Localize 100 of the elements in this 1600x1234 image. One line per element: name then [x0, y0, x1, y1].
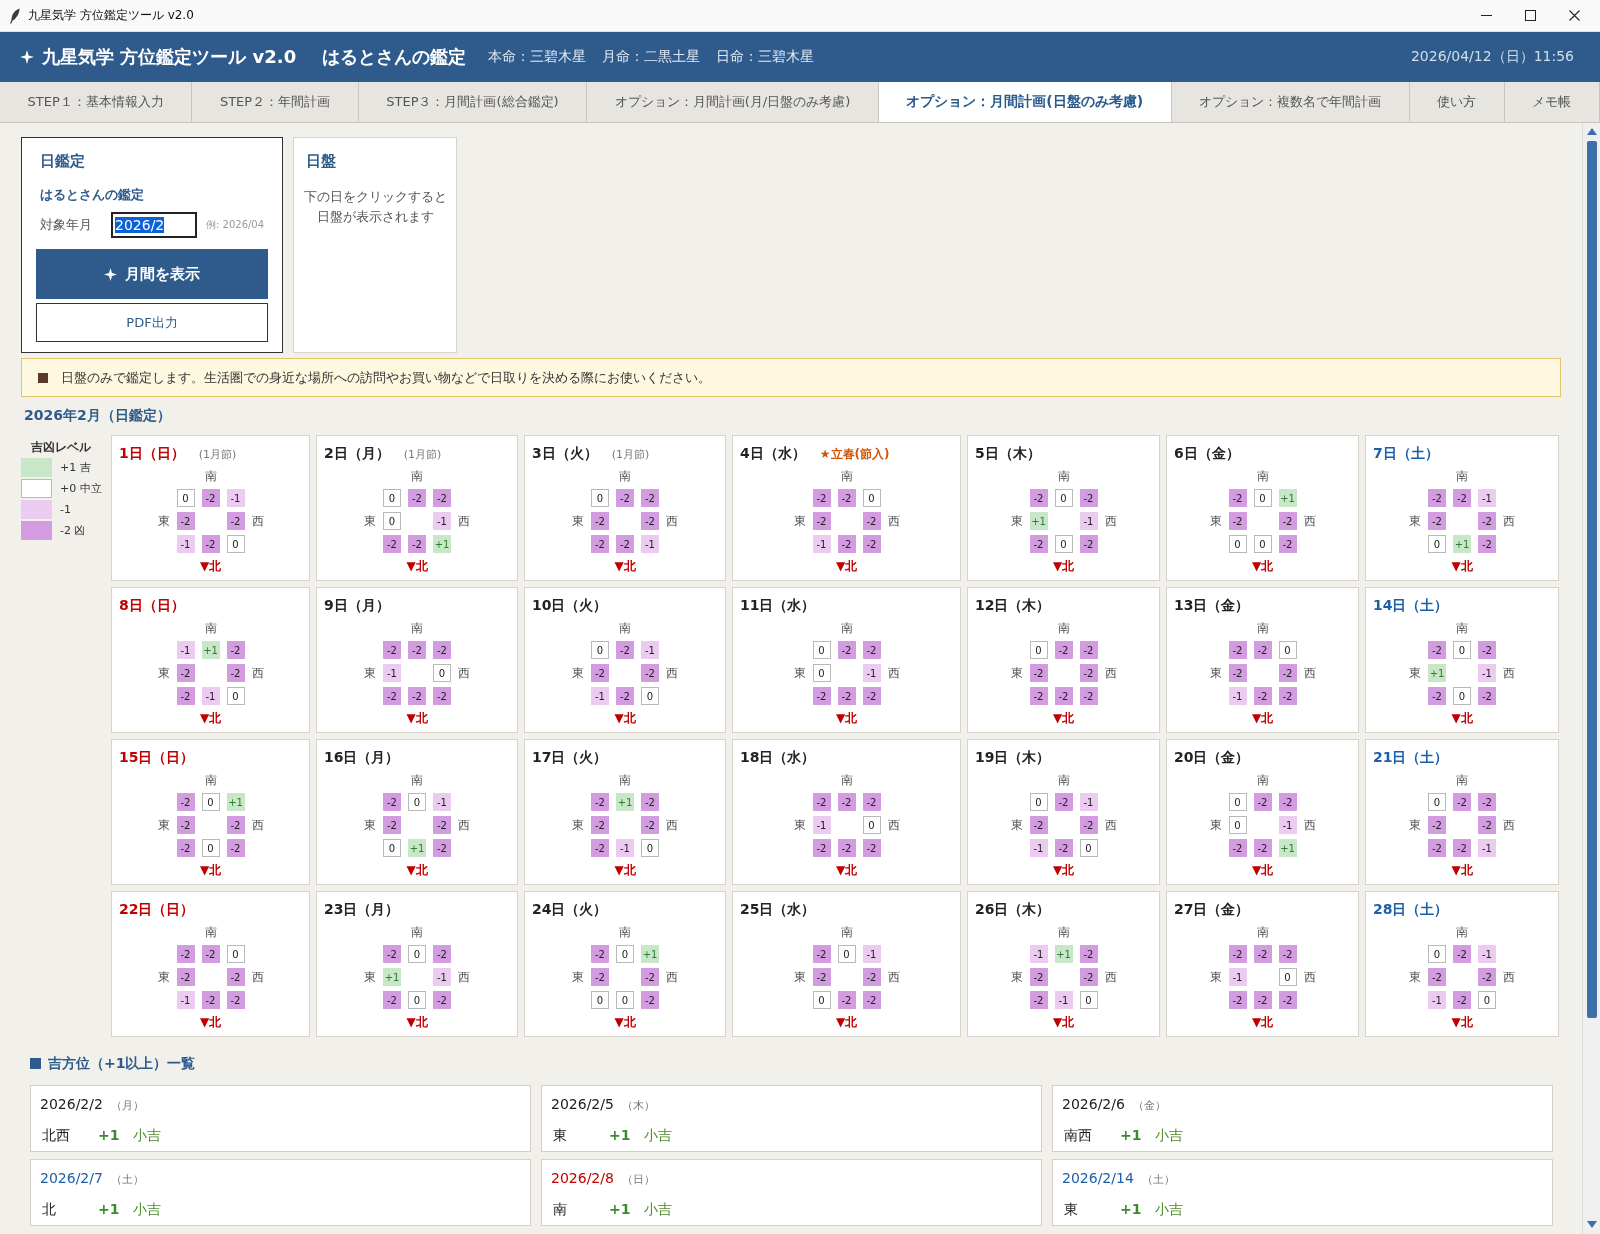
day-card[interactable]: 23日（月） 南 東 西 -2 0 -2 +1 -1 -2 0 -2 ▼北: [316, 891, 518, 1037]
pdf-button[interactable]: PDF出力: [36, 303, 268, 342]
day-card[interactable]: 27日（金） 南 東 西 -2 -2 -2 -1 0 -2 -2 -2 ▼北: [1166, 891, 1359, 1037]
day-card[interactable]: 22日（日） 南 東 西 -2 -2 0 -2 -2 -1 -2 -2 ▼北: [111, 891, 310, 1037]
day-card[interactable]: 28日（土） 南 東 西 0 -2 -1 -2 -2 -1 -2 0 ▼北: [1365, 891, 1559, 1037]
weekday-label: （月）: [110, 1098, 144, 1114]
score-tile: -2: [1478, 816, 1496, 834]
score-tile: -2: [1278, 793, 1297, 811]
show-month-button[interactable]: 月間を表示: [36, 249, 268, 299]
day-card[interactable]: 17日（火） 南 東 西 -2 +1 -2 -2 -2 -2 -1 0 ▼北: [524, 739, 726, 885]
direction-card[interactable]: 2026/2/7 （土） 北 +1 小吉: [30, 1159, 531, 1226]
score-tile: -2: [812, 512, 831, 530]
direction-label: 南: [1256, 924, 1269, 940]
score-tile: -1: [862, 664, 881, 682]
direction-label: ▼北: [1052, 558, 1075, 574]
day-card[interactable]: 20日（金） 南 東 西 0 -2 -2 0 -1 -2 -2 +1 ▼北: [1166, 739, 1359, 885]
score-tile: -2: [837, 839, 856, 857]
month-input[interactable]: 2026/2: [111, 212, 197, 238]
day-card[interactable]: 18日（水） 南 東 西 -2 -2 -2 -1 0 -2 -2 -2 ▼北: [732, 739, 961, 885]
direction-label: 南: [1256, 772, 1269, 788]
direction-label: 東: [1010, 817, 1023, 833]
score-tile: -2: [176, 512, 195, 530]
day-card[interactable]: 11日（水） 南 東 西 0 -2 -2 0 -1 -2 -2 -2 ▼北: [732, 587, 961, 733]
day-card[interactable]: 25日（水） 南 東 西 -2 0 -1 -2 -2 0 -2 -2 ▼北: [732, 891, 961, 1037]
day-card[interactable]: 26日（木） 南 東 西 -1 +1 -2 -2 -2 -2 -1 0 ▼北: [967, 891, 1160, 1037]
score-tile: 0: [1054, 489, 1073, 507]
score-tile: +1: [201, 641, 220, 659]
score-tile: -2: [433, 816, 451, 834]
score-tile: -2: [862, 512, 881, 530]
scrollbar-thumb[interactable]: [1586, 141, 1597, 1018]
score-tile: -2: [616, 489, 634, 507]
score-tile: -2: [176, 664, 195, 682]
weekday-label: （木）: [621, 1098, 655, 1114]
day-label: 7日（土）: [1373, 444, 1439, 463]
notice-text: 日盤のみで鑑定します。生活圏での身近な場所への訪問やお買い物などで日取りを決める際にお使いください。: [61, 368, 711, 387]
day-label: 24日（火）: [532, 900, 608, 919]
direction-label: 東: [1209, 817, 1222, 833]
direction-label: 南: [204, 772, 217, 788]
scrollbar[interactable]: [1582, 123, 1600, 1234]
direction-label: 東: [1010, 665, 1023, 681]
score-tile: -2: [641, 968, 659, 986]
score-tile: -2: [408, 641, 426, 659]
direction-label: 南: [552, 1200, 568, 1218]
direction-card[interactable]: 2026/2/2 （月） 北西 +1 小吉: [30, 1085, 531, 1152]
direction-label: 東: [157, 513, 170, 529]
day-card[interactable]: 12日（木） 南 東 西 0 -2 -2 -2 -2 -2 -2 -2 ▼北: [967, 587, 1160, 733]
day-card[interactable]: 15日（日） 南 東 西 -2 0 +1 -2 -2 -2 0 -2 ▼北: [111, 739, 310, 885]
score-tile: -2: [591, 945, 609, 963]
direction-label: ▼北: [835, 862, 858, 878]
direction-card[interactable]: 2026/2/6 （金） 南西 +1 小吉: [1052, 1085, 1553, 1152]
day-card[interactable]: 8日（日） 南 東 西 -1 +1 -2 -2 -2 -2 -1 0 ▼北: [111, 587, 310, 733]
day-label: 6日（金）: [1174, 444, 1240, 463]
score-tile: -2: [837, 641, 856, 659]
day-card[interactable]: 10日（火） 南 東 西 0 -2 -1 -2 -2 -1 -2 0 ▼北: [524, 587, 726, 733]
direction-label: 東: [1409, 513, 1421, 529]
up-arrow-icon[interactable]: [1586, 128, 1597, 135]
day-card[interactable]: 1日（日） (1月節) 南 東 西 0 -2 -1 -2 -2 -1 -2 0 ▼北: [111, 435, 310, 581]
direction-card[interactable]: 2026/2/5 （木） 東 +1 小吉: [541, 1085, 1042, 1152]
direction-label: 東: [1010, 513, 1023, 529]
score-tile: -2: [1228, 489, 1247, 507]
swatch-icon: [21, 500, 52, 519]
day-card[interactable]: 9日（月） 南 東 西 -2 -2 -2 -1 0 -2 -2 -2 ▼北: [316, 587, 518, 733]
direction-label: ▼北: [199, 710, 222, 726]
day-card[interactable]: 14日（土） 南 東 西 -2 0 -2 +1 -1 -2 0 -2 ▼北: [1365, 587, 1559, 733]
tab[interactable]: オプション：月間計画(日盤のみ考慮): [878, 82, 1172, 122]
day-card[interactable]: 4日（水） ★立春(節入) 南 東 西 -2 -2 0 -2 -2 -1 -2 -2 ▼北: [732, 435, 961, 581]
score-tile: -2: [1079, 968, 1098, 986]
day-card[interactable]: 5日（木） 南 東 西 -2 0 -2 +1 -1 -2 0 -2 ▼北: [967, 435, 1160, 581]
day-note: (1月節): [198, 447, 237, 463]
close-icon[interactable]: [1569, 10, 1580, 21]
score-tile: 0: [1228, 793, 1247, 811]
day-card[interactable]: 2日（月） (1月節) 南 東 西 0 -2 -2 0 -1 -2 -2 +1 ▼北: [316, 435, 518, 581]
day-card[interactable]: 24日（火） 南 東 西 -2 0 +1 -2 -2 0 0 -2 ▼北: [524, 891, 726, 1037]
direction-card[interactable]: 2026/2/14 （土） 東 +1 小吉: [1052, 1159, 1553, 1226]
down-arrow-icon[interactable]: [1586, 1221, 1597, 1228]
day-label: 23日（月）: [324, 900, 400, 919]
day-card[interactable]: 16日（月） 南 東 西 -2 0 -1 -2 -2 0 +1 -2 ▼北: [316, 739, 518, 885]
day-label: 16日（月）: [324, 748, 400, 767]
score-tile: -2: [383, 535, 401, 553]
direction-label: 南: [204, 924, 217, 940]
score-tile: 0: [1253, 489, 1272, 507]
direction-label: 東: [552, 1126, 568, 1144]
day-card[interactable]: 19日（木） 南 東 西 0 -2 -1 -2 -2 -1 -2 0 ▼北: [967, 739, 1160, 885]
day-card[interactable]: 6日（金） 南 東 西 -2 0 +1 -2 -2 0 0 -2 ▼北: [1166, 435, 1359, 581]
score-tile: -2: [837, 793, 856, 811]
score-tile: -2: [1079, 664, 1098, 682]
direction-card[interactable]: 2026/2/8 （日） 南 +1 小吉: [541, 1159, 1042, 1226]
day-card[interactable]: 3日（火） (1月節) 南 東 西 0 -2 -2 -2 -2 -2 -2 -1 ▼北: [524, 435, 726, 581]
day-card[interactable]: 21日（土） 南 東 西 0 -2 -2 -2 -2 -2 -2 -1 ▼北: [1365, 739, 1559, 885]
day-card[interactable]: 13日（金） 南 東 西 -2 -2 0 -2 -2 -1 -2 -2 ▼北: [1166, 587, 1359, 733]
score-tile: +1: [641, 945, 659, 963]
score-tile: -2: [1478, 535, 1496, 553]
score-tile: -2: [1054, 839, 1073, 857]
score-tile: -2: [176, 816, 195, 834]
maximize-icon[interactable]: [1525, 10, 1536, 21]
score-tile: +1: [383, 968, 401, 986]
legend-label: +0 中立: [60, 481, 102, 496]
day-card[interactable]: 7日（土） 南 東 西 -2 -2 -1 -2 -2 0 +1 -2 ▼北: [1365, 435, 1559, 581]
direction-label: 南: [619, 924, 631, 940]
score-tile: -2: [1478, 512, 1496, 530]
